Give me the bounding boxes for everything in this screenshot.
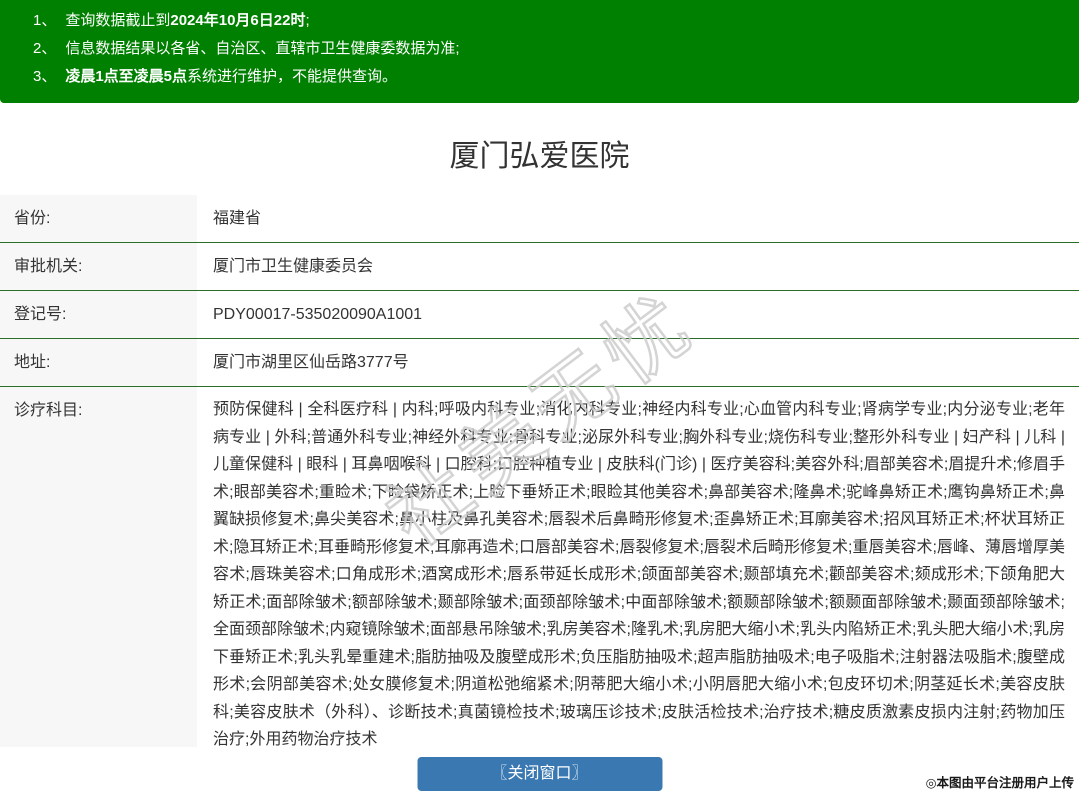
info-table: 省份: 福建省 审批机关: 厦门市卫生健康委员会 登记号: PDY00017-5… xyxy=(0,195,1079,763)
footer-bar: 〖关闭窗口〗 ◎本图由平台注册用户上传 xyxy=(0,747,1079,795)
row-label: 诊疗科目: xyxy=(0,387,197,763)
notice-item-text: 信息数据结果以各省、自治区、直辖市卫生健康委数据为准; xyxy=(65,40,460,57)
table-row-province: 省份: 福建省 xyxy=(0,195,1079,243)
notice-item-text: 系统进行维护，不能提供查询。 xyxy=(187,68,398,85)
row-value: 厦门市卫生健康委员会 xyxy=(197,243,1079,290)
row-label: 省份: xyxy=(0,195,197,242)
notice-item-text: 查询数据截止到 xyxy=(65,12,171,29)
close-window-button[interactable]: 〖关闭窗口〗 xyxy=(417,757,662,791)
row-value: 厦门市湖里区仙岳路3777号 xyxy=(197,339,1079,386)
notice-item-bold-text: 2024年10月6日22时 xyxy=(170,12,306,29)
notice-item-3: 3、 凌晨1点至凌晨5点系统进行维护，不能提供查询。 xyxy=(33,63,1059,91)
row-value: 预防保健科 | 全科医疗科 | 内科;呼吸内科专业;消化内科专业;神经内科专业;… xyxy=(197,387,1079,763)
table-row-registration-number: 登记号: PDY00017-535020090A1001 xyxy=(0,291,1079,339)
table-row-approval-authority: 审批机关: 厦门市卫生健康委员会 xyxy=(0,243,1079,291)
notice-item-number: 3、 xyxy=(33,68,57,85)
notice-item-bold-text: 凌晨1点至凌晨5点 xyxy=(65,68,188,85)
page-root: 1、 查询数据截止到2024年10月6日22时; 2、 信息数据结果以各省、自治区、… xyxy=(0,0,1079,795)
upload-attribution-watermark: ◎本图由平台注册用户上传 xyxy=(925,776,1074,790)
notice-item-text: ; xyxy=(305,12,310,29)
table-row-medical-departments: 诊疗科目: 预防保健科 | 全科医疗科 | 内科;呼吸内科专业;消化内科专业;神… xyxy=(0,387,1079,763)
notice-banner: 1、 查询数据截止到2024年10月6日22时; 2、 信息数据结果以各省、自治区、… xyxy=(0,0,1079,103)
row-label: 登记号: xyxy=(0,291,197,338)
row-value: PDY00017-535020090A1001 xyxy=(197,291,1079,338)
notice-item-1: 1、 查询数据截止到2024年10月6日22时; xyxy=(33,7,1059,35)
row-label: 审批机关: xyxy=(0,243,197,290)
notice-item-2: 2、 信息数据结果以各省、自治区、直辖市卫生健康委数据为准; xyxy=(33,35,1059,63)
row-label: 地址: xyxy=(0,339,197,386)
row-value: 福建省 xyxy=(197,195,1079,242)
table-row-address: 地址: 厦门市湖里区仙岳路3777号 xyxy=(0,339,1079,387)
notice-item-number: 2、 xyxy=(33,40,57,57)
notice-item-number: 1、 xyxy=(33,12,57,29)
page-title: 厦门弘爱医院 xyxy=(449,140,630,173)
